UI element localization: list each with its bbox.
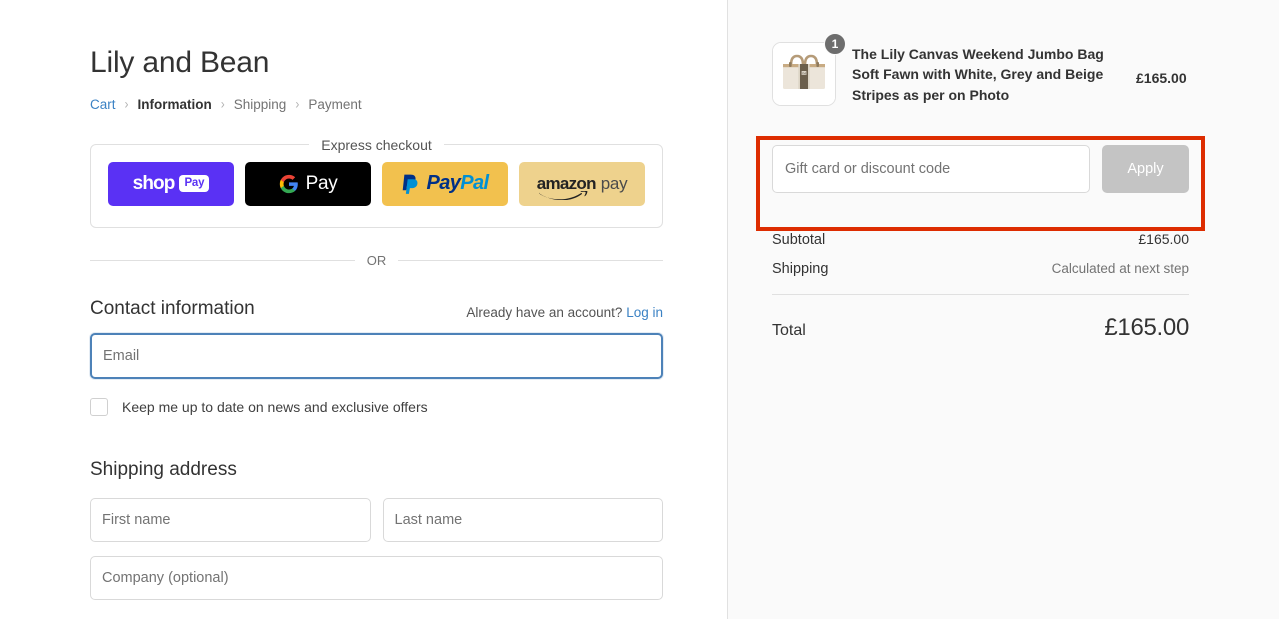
google-pay-logo: Pay [279, 173, 338, 195]
subtotal-label: Subtotal [772, 232, 826, 248]
paypal-p-icon [403, 174, 418, 194]
product-thumbnail-wrap: JM 1 [772, 33, 846, 106]
shop-title: Lily and Bean [90, 46, 270, 79]
express-checkout-buttons: shop Pay Pay PayPal amazon pay [91, 153, 662, 206]
checkout-form-column: Lily and Bean Cart › Information › Shipp… [0, 0, 728, 619]
svg-text:JM: JM [802, 72, 806, 76]
subtotal-row: Subtotal £165.00 [772, 231, 1189, 248]
account-note: Already have an account? Log in [466, 305, 663, 320]
paypal-wordmark-pay: Pay [426, 172, 461, 194]
breadcrumb-item-cart[interactable]: Cart [90, 97, 116, 112]
amazon-pay-button[interactable]: amazon pay [519, 161, 645, 206]
chevron-right-icon: › [295, 95, 300, 113]
shop-pay-badge: Pay [179, 175, 210, 192]
paypal-wordmark-pal: Pal [460, 172, 489, 194]
newsletter-checkbox[interactable] [90, 397, 108, 416]
breadcrumb: Cart › Information › Shipping › Payment [90, 95, 668, 113]
grand-total-label: Total [772, 322, 806, 339]
first-name-input[interactable]: First name [90, 497, 371, 542]
newsletter-opt-in-row[interactable]: Keep me up to date on news and exclusive… [90, 397, 663, 416]
shipping-address-title: Shipping address [90, 458, 237, 480]
express-checkout-section: Express checkout shop Pay Pay PayPal ama… [90, 136, 663, 228]
order-summary-column: JM 1 The Lily Canvas Weekend Jumbo Bag S… [728, 0, 1279, 619]
last-name-input[interactable]: Last name [382, 497, 663, 542]
amazon-pay-wordmark: pay [600, 173, 628, 193]
newsletter-label: Keep me up to date on news and exclusive… [122, 398, 428, 415]
breadcrumb-item-shipping: Shipping [233, 96, 287, 112]
shop-pay-logo: shop Pay [133, 174, 210, 193]
order-totals: Subtotal £165.00 Shipping Calculated at … [772, 231, 1189, 342]
name-fields-row: First name Last name [90, 497, 663, 542]
contact-information-title: Contact information [90, 297, 255, 319]
checkout-page: Lily and Bean Cart › Information › Shipp… [0, 0, 1280, 619]
grand-total-row: Total £165.00 [772, 314, 1189, 342]
amazon-smile-icon [539, 190, 588, 200]
paypal-logo: PayPal [401, 172, 489, 195]
totals-divider [772, 294, 1189, 295]
quantity-badge: 1 [824, 33, 846, 55]
or-label: OR [366, 252, 387, 268]
express-checkout-label: Express checkout [321, 136, 432, 153]
contact-information-header: Contact information Already have an acco… [90, 298, 663, 320]
shipping-value: Calculated at next step [1051, 261, 1189, 276]
chevron-right-icon: › [124, 95, 129, 113]
breadcrumb-item-information[interactable]: Information [138, 97, 212, 112]
shop-pay-wordmark: shop [132, 173, 176, 194]
email-input[interactable]: Email [90, 332, 663, 379]
subtotal-value: £165.00 [1138, 231, 1189, 247]
paypal-button[interactable]: PayPal [382, 161, 508, 206]
shop-pay-button[interactable]: shop Pay [108, 161, 234, 206]
login-link[interactable]: Log in [626, 305, 663, 320]
breadcrumb-item-payment: Payment [308, 96, 362, 112]
google-pay-wordmark: Pay [305, 172, 338, 194]
divider-line-left [90, 259, 355, 261]
or-divider: OR [90, 253, 663, 268]
amazon-pay-logo: amazon pay [537, 173, 628, 200]
company-input[interactable]: Company (optional) [90, 555, 663, 600]
discount-code-input[interactable]: Gift card or discount code [772, 145, 1090, 193]
tote-bag-illustration: JM [773, 43, 835, 105]
product-title: The Lily Canvas Weekend Jumbo Bag Soft F… [852, 46, 1104, 103]
google-pay-button[interactable]: Pay [245, 161, 371, 206]
order-line-item: JM 1 The Lily Canvas Weekend Jumbo Bag S… [772, 33, 1189, 106]
divider-line-right [398, 259, 663, 261]
shipping-row: Shipping Calculated at next step [772, 261, 1189, 277]
apply-discount-button[interactable]: Apply [1102, 145, 1189, 193]
chevron-right-icon: › [220, 95, 225, 113]
account-note-text: Already have an account? [466, 304, 623, 320]
grand-total-value: £165.00 [1104, 314, 1189, 341]
google-g-icon [279, 174, 298, 193]
shipping-label: Shipping [772, 261, 829, 277]
discount-code-row: Gift card or discount code Apply [772, 145, 1189, 193]
product-price: £165.00 [1136, 70, 1187, 86]
